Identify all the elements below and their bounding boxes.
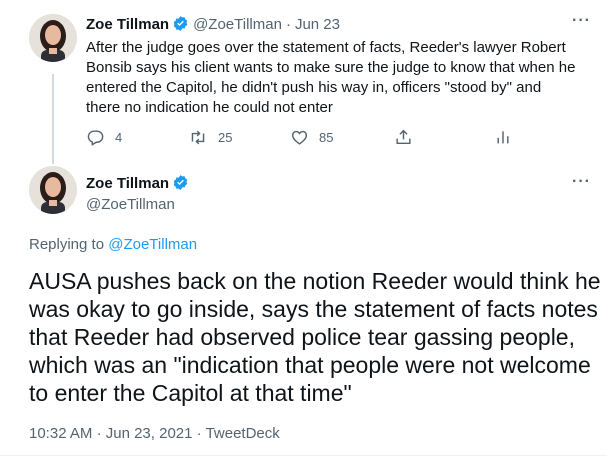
tweet-full-date[interactable]: Jun 23, 2021 [106,425,193,442]
tweet-line: was okay to go inside, says the statemen… [29,296,598,322]
avatar-image [29,14,77,62]
tweet1-text: After the judge goes over the statement … [86,38,586,118]
heart-icon [291,130,308,145]
tweet2-header: Zoe Tillman [86,174,193,196]
meta-separator: · [196,425,202,442]
tweet-line: entered the Capitol, he didn't push his … [86,79,542,96]
tweet-time[interactable]: 10:32 AM [29,425,92,442]
analytics-icon [497,131,509,144]
tweet-line: Bonsib says his client wants to make sur… [86,59,576,76]
tweet-line: to enter the Capitol at that time" [29,380,352,406]
replying-to: Replying to @ZoeTillman [29,236,197,253]
user-handle[interactable]: @ZoeTillman [86,196,175,213]
share-button[interactable] [394,127,423,147]
tweet-metadata: 10:32 AM · Jun 23, 2021 · TweetDeck [29,425,280,442]
header-separator: · [285,16,291,33]
like-button[interactable]: 85 [290,128,333,147]
user-handle[interactable]: @ZoeTillman [193,16,282,33]
meta-separator: · [96,425,102,442]
analytics-button[interactable] [495,127,521,147]
reply-icon [87,130,104,146]
tweet1-header: Zoe Tillman @ZoeTillman · Jun 23 [86,15,340,37]
tweet2-text: AUSA pushes back on the notion Reeder wo… [29,267,601,407]
reply-count: 4 [115,130,123,145]
more-options-icon[interactable]: ··· [572,173,591,191]
replying-to-label: Replying to [29,236,105,253]
tweet-source[interactable]: TweetDeck [206,425,280,442]
avatar-image [29,166,77,214]
like-count: 85 [319,130,334,145]
verified-badge-icon [172,174,189,196]
bottom-divider [0,455,607,456]
tweet-line: which was an "indication that people wer… [29,352,591,378]
retweet-icon [191,130,205,145]
tweet-line: AUSA pushes back on the notion Reeder wo… [29,268,601,294]
verified-badge-icon [172,15,189,37]
tweet-line: that Reeder had observed police tear gas… [29,324,575,350]
tweet-line: After the judge goes over the statement … [86,39,566,56]
retweet-button[interactable]: 25 [188,128,232,147]
tweet-date[interactable]: Jun 23 [295,16,340,33]
avatar[interactable] [29,14,77,62]
more-options-icon[interactable]: ··· [572,12,591,30]
share-icon [396,129,411,145]
thread-line [52,74,54,164]
retweet-count: 25 [218,130,233,145]
display-name[interactable]: Zoe Tillman [86,175,169,192]
reply-button[interactable]: 4 [86,128,122,147]
replying-to-mention[interactable]: @ZoeTillman [108,236,197,253]
tweet-line: there no indication he could not enter [86,99,333,116]
avatar[interactable] [29,166,77,214]
display-name[interactable]: Zoe Tillman [86,16,169,33]
